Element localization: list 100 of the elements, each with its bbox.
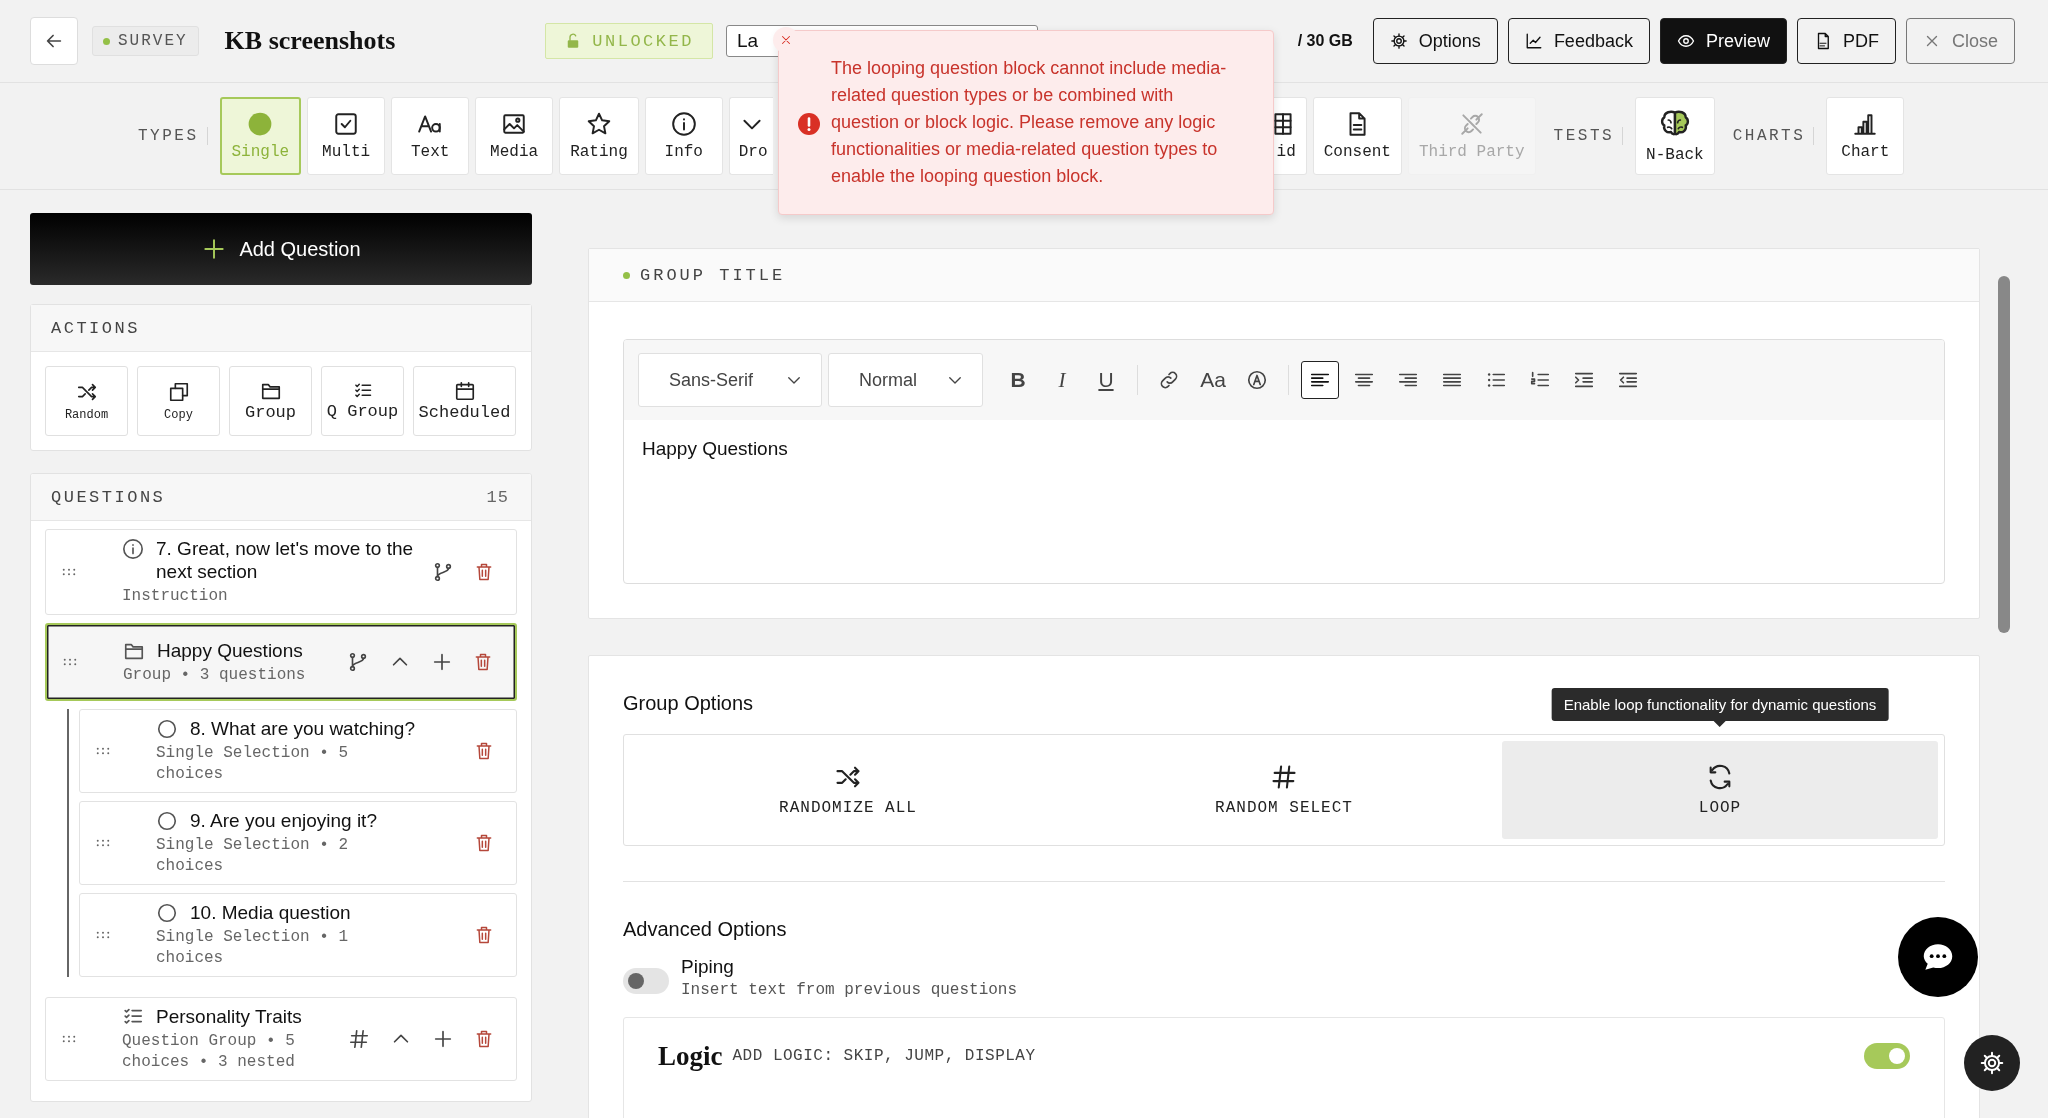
add-question-button[interactable]: Add Question	[30, 213, 532, 285]
status-label: UNLOCKED	[592, 31, 694, 51]
header-button[interactable]: Feedback	[1507, 18, 1650, 64]
question-title: 8. What are you watching?	[190, 717, 415, 740]
bullet-icon	[623, 271, 630, 279]
question-meta: Single Selection • 2 choices	[156, 835, 350, 877]
logic-title: Logic	[658, 1040, 723, 1072]
question-type-tile[interactable]: Info	[644, 97, 723, 175]
question-meta: Question Group • 5 choices • 3 nested	[122, 1031, 296, 1073]
settings-icon	[1389, 32, 1408, 50]
section-label: CHARTS	[1732, 127, 1806, 145]
question-type-tile[interactable]: Rating	[559, 97, 639, 175]
back-button[interactable]	[30, 17, 78, 65]
toolbar-button[interactable]	[1301, 361, 1339, 399]
action-button[interactable]: Group	[229, 366, 312, 436]
image-icon	[501, 111, 528, 137]
link-icon	[1158, 369, 1180, 391]
question-item[interactable]: Personality Traits Question Group • 5 choices • 3 nested	[45, 997, 517, 1081]
trash-icon	[474, 562, 494, 582]
calendar-icon	[453, 380, 476, 403]
star-icon	[585, 111, 612, 137]
info-icon	[670, 111, 697, 137]
question-type-tile[interactable]: Text	[391, 97, 470, 175]
section-label: TESTS	[1553, 127, 1615, 145]
section-heading: Advanced Options	[623, 917, 787, 942]
question-item[interactable]: 10. Media question Single Selection • 1 choices	[79, 893, 517, 977]
toggle-label: Piping	[681, 956, 735, 978]
header-button[interactable]: Options	[1372, 18, 1498, 64]
trash-icon	[474, 833, 494, 853]
toggle-switch[interactable]	[623, 968, 669, 994]
question-type-tile[interactable]: Consent	[1312, 97, 1402, 175]
question-title: 9. Are you enjoying it?	[190, 809, 377, 832]
error-message: The looping question block cannot include media-related question types or be combined with question or block logic. Please remove any logic functionalities or media-related question types to enable the looping question block.	[831, 57, 1228, 188]
font-select[interactable]: Sans-Serif	[638, 353, 822, 407]
settings-icon	[1979, 1050, 2005, 1076]
radio-icon	[156, 718, 178, 740]
question-type-tile[interactable]: Multi	[307, 97, 386, 175]
action-button[interactable]: Copy	[137, 366, 220, 436]
question-item[interactable]: 7. Great, now let's move to the next section Instruction	[45, 529, 517, 615]
storage-usage: / 30 GB	[1297, 32, 1353, 50]
option-button[interactable]: RANDOM SELECT	[1066, 741, 1502, 839]
option-button[interactable]: LOOP	[1502, 741, 1938, 839]
question-type-tile[interactable]: Dro	[728, 97, 773, 175]
hash-icon	[1270, 763, 1298, 791]
radio-icon	[156, 902, 178, 924]
text-color-icon	[1246, 369, 1268, 391]
format-button[interactable]: I	[1043, 361, 1081, 399]
section-heading: Group Options	[623, 691, 754, 716]
format-button[interactable]: Aa	[1194, 361, 1232, 399]
question-item[interactable]: 8. What are you watching? Single Selection • 5 choices	[79, 709, 517, 793]
question-meta: Instruction	[122, 586, 229, 607]
settings-button[interactable]	[1964, 1035, 2020, 1091]
line-chart-icon	[1524, 32, 1543, 50]
section-label: TYPES	[138, 127, 199, 145]
question-count: 15	[486, 487, 509, 507]
panel-title: QUESTIONS	[51, 487, 166, 507]
format-button[interactable]: U	[1087, 361, 1125, 399]
size-select[interactable]: Normal	[828, 353, 983, 407]
checkbox-icon	[333, 111, 360, 137]
editor-field[interactable]: Happy Questions	[624, 420, 1944, 556]
tooltip: Enable loop functionality for dynamic questions	[1551, 688, 1889, 727]
plus-icon	[432, 1028, 454, 1050]
question-meta: Group • 3 questions	[123, 664, 307, 686]
info-icon	[122, 538, 144, 560]
trash-icon	[473, 652, 493, 672]
question-title: Happy Questions	[157, 638, 303, 662]
survey-badge: SURVEY	[92, 26, 199, 56]
scrollbar[interactable]	[1998, 276, 2010, 633]
filled-circle-icon	[247, 111, 274, 137]
copy-icon	[167, 380, 190, 403]
question-meta: Single Selection • 1 choices	[156, 927, 350, 969]
question-meta: Single Selection • 5 choices	[156, 743, 350, 785]
header-button[interactable]: PDF	[1796, 18, 1896, 64]
header-button[interactable]: Preview	[1659, 18, 1787, 64]
question-title: Personality Traits	[156, 1005, 302, 1028]
branch-icon	[347, 651, 369, 673]
action-button[interactable]: Random	[45, 366, 128, 436]
option-button[interactable]: RANDOMIZE ALL	[630, 741, 1066, 839]
toggle-switch[interactable]	[1864, 1043, 1910, 1069]
question-item[interactable]: 9. Are you enjoying it? Single Selection • 2 choices	[79, 801, 517, 885]
hash-icon	[348, 1028, 370, 1050]
format-button[interactable]: B	[999, 361, 1037, 399]
question-type-tile[interactable]: N-Back	[1635, 97, 1715, 175]
trash-icon	[474, 741, 494, 761]
header-button[interactable]: Close	[1905, 18, 2015, 64]
question-type-tile[interactable]: Media	[475, 97, 554, 175]
question-item[interactable]: Happy Questions Group • 3 questions	[45, 623, 517, 701]
plus-icon	[431, 651, 453, 673]
survey-title: KB screenshots	[224, 26, 396, 56]
toggle-description: Insert text from previous questions	[681, 981, 1018, 999]
action-button[interactable]: Q Group	[321, 366, 404, 436]
radio-icon	[156, 810, 178, 832]
trash-icon	[474, 1029, 494, 1049]
plug-icon	[1458, 111, 1485, 137]
question-type-tile[interactable]: Chart	[1826, 97, 1905, 175]
logic-subtitle: ADD LOGIC: SKIP, JUMP, DISPLAY	[732, 1047, 1036, 1065]
action-button[interactable]: Scheduled	[413, 366, 516, 436]
error-icon	[797, 112, 821, 136]
trash-icon	[474, 925, 494, 945]
close-icon	[779, 33, 793, 47]
